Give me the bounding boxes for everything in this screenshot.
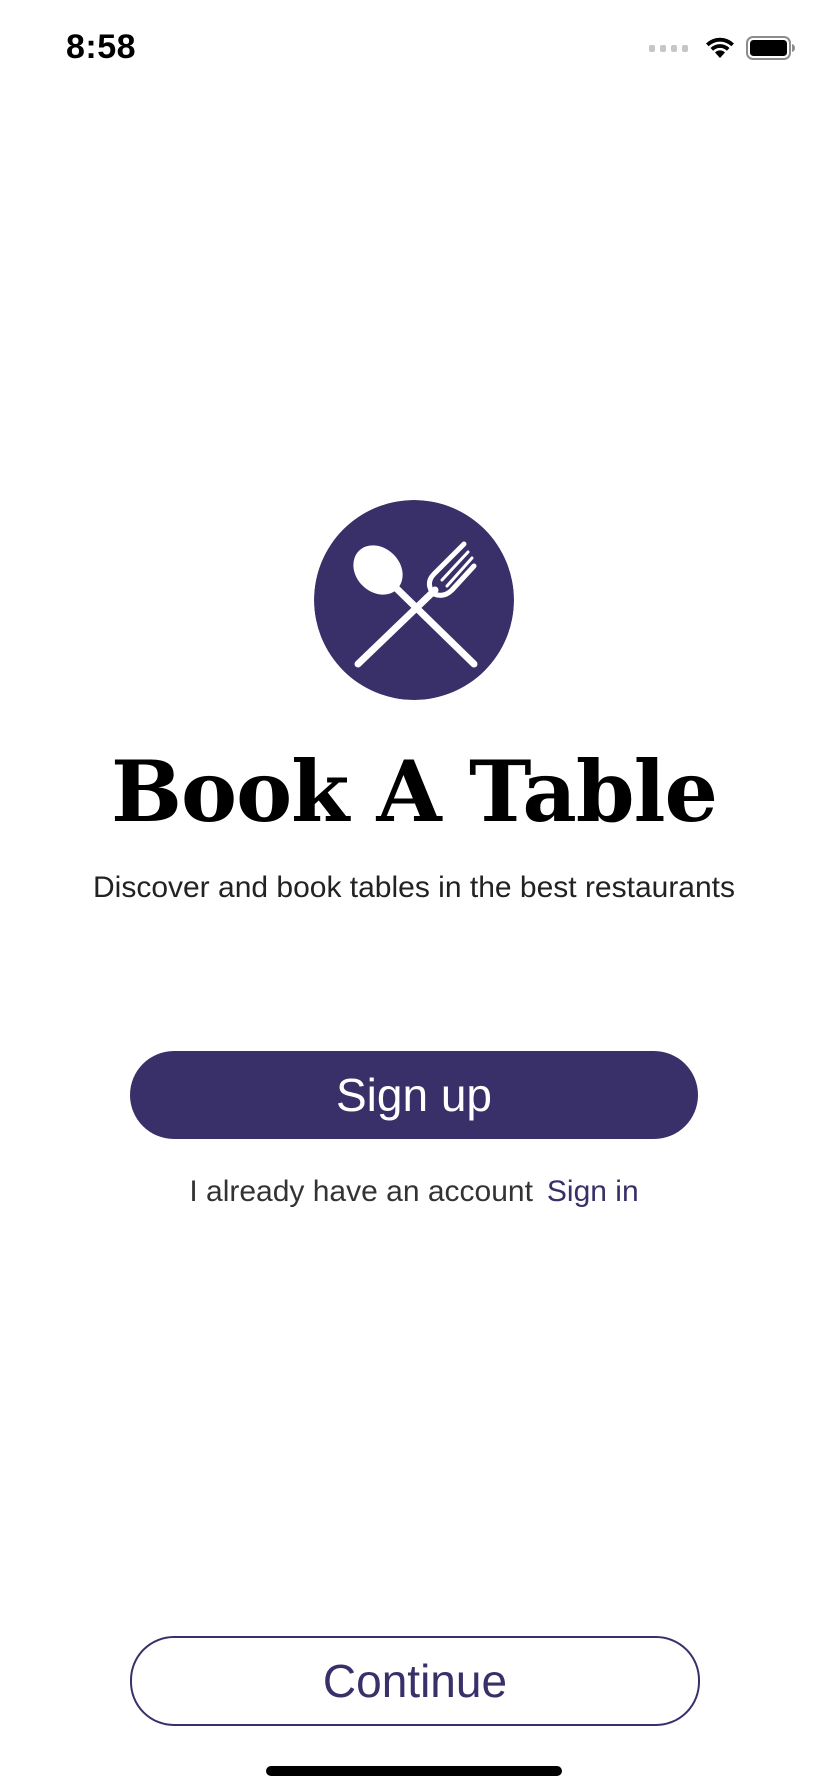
home-indicator[interactable]: [266, 1766, 562, 1776]
app-subtitle: Discover and book tables in the best res…: [92, 871, 736, 904]
continue-button[interactable]: Continue: [130, 1636, 700, 1726]
wifi-icon: [706, 37, 734, 58]
status-icons: [649, 36, 796, 60]
status-time: 8:58: [66, 28, 137, 66]
app-logo: [314, 500, 514, 700]
signup-button-label: Sign up: [335, 1069, 492, 1121]
signup-button[interactable]: Sign up: [130, 1051, 698, 1139]
app-title: Book A Table: [111, 742, 718, 841]
cellular-signal-icon: [649, 44, 688, 52]
crossed-spoon-fork-icon: [314, 500, 514, 700]
account-row: I already have an account Sign in: [0, 1172, 828, 1212]
signin-link[interactable]: Sign in: [547, 1175, 639, 1208]
continue-button-label: Continue: [322, 1655, 508, 1707]
battery-icon: [746, 36, 795, 60]
existing-account-text: I already have an account: [189, 1175, 533, 1208]
status-bar: 8:58: [0, 0, 828, 100]
